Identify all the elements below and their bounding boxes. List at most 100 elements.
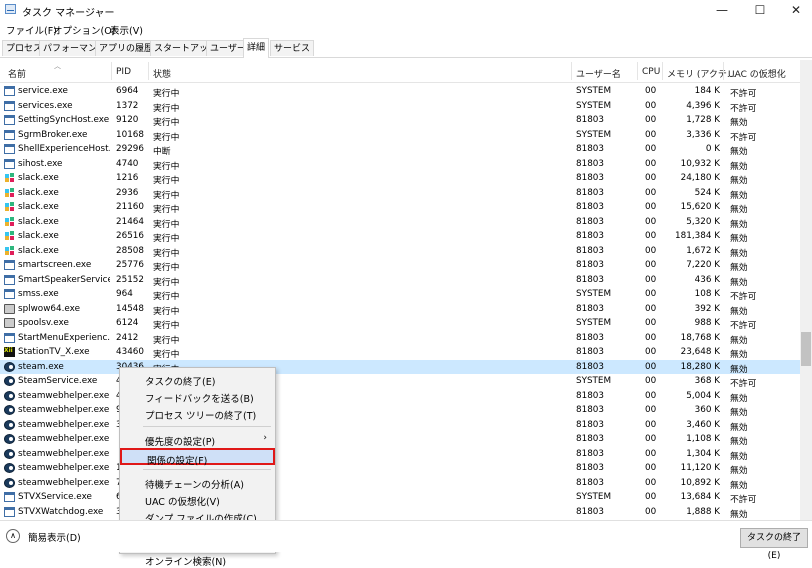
close-button[interactable]: ✕	[778, 0, 812, 20]
context-menu-item[interactable]: オンライン検索(N)	[120, 551, 275, 568]
process-cpu: 00	[645, 463, 657, 473]
end-task-button[interactable]: タスクの終了(E)	[740, 528, 808, 561]
table-row[interactable]: sihost.exe 4740 実行中 81803 00 10,932 K 無効	[0, 157, 800, 172]
vertical-scrollbar[interactable]	[800, 60, 812, 520]
table-row[interactable]: ShellExperienceHost... 29296 中断 81803 00 0 K 無…	[0, 142, 800, 157]
table-row[interactable]: StartMenuExperienc... 2412 実行中 81803 00 18,76…	[0, 331, 800, 346]
process-memory: 10,932 K	[680, 158, 720, 169]
process-memory: 4,396 K	[686, 100, 720, 111]
process-uac: 不許可	[730, 292, 757, 302]
table-row[interactable]: service.exe 6964 実行中 SYSTEM 00 184 K 不許可	[0, 84, 800, 99]
col-cpu[interactable]: CPU	[642, 67, 660, 77]
process-uac: 無効	[730, 350, 748, 360]
process-uac: 無効	[730, 335, 748, 346]
process-pid: 4740	[116, 158, 139, 169]
tab-app-history[interactable]: アプリの履歴	[95, 40, 158, 56]
scrollbar-thumb[interactable]	[801, 332, 811, 366]
table-row[interactable]: slack.exe 28508 実行中 81803 00 1,672 K 無効	[0, 244, 800, 259]
context-menu-label: プロセス ツリーの終了(T)	[145, 411, 257, 422]
table-row[interactable]: slack.exe 26516 実行中 81803 00 181,384 K 無効	[0, 229, 800, 244]
maximize-button[interactable]: ☐	[742, 0, 778, 20]
process-user: 81803	[576, 158, 604, 169]
process-name: SgrmBroker.exe	[18, 129, 88, 140]
process-memory: 24,180 K	[680, 173, 720, 183]
context-menu-item[interactable]: 関係の設定(F)	[120, 448, 275, 467]
process-cpu: 00	[645, 86, 657, 96]
process-name: SmartSpeakerService...	[18, 274, 110, 285]
process-uac: 無効	[730, 147, 748, 157]
process-pid: 29296	[116, 144, 144, 154]
process-memory: 1,304 K	[686, 448, 720, 459]
context-menu-item[interactable]: タスクの終了(E)	[120, 371, 275, 388]
context-menu-item[interactable]: プロセス ツリーの終了(T)	[120, 405, 275, 422]
context-menu-item[interactable]: フィードバックを送る(B)	[120, 388, 275, 405]
process-user: 81803	[576, 115, 604, 125]
table-row[interactable]: slack.exe 21464 実行中 81803 00 5,320 K 無効	[0, 215, 800, 230]
col-memory[interactable]: メモリ (アクテ...	[667, 67, 736, 80]
table-row[interactable]: SgrmBroker.exe 10168 実行中 SYSTEM 00 3,336 K 不許可	[0, 128, 800, 143]
process-pid: 6124	[116, 318, 139, 328]
fewer-details-link[interactable]: 簡易表示(D)	[28, 530, 81, 544]
minimize-button[interactable]: —	[704, 0, 740, 20]
process-memory: 5,320 K	[686, 216, 720, 227]
process-memory: 360 K	[694, 405, 720, 415]
table-row[interactable]: services.exe 1372 実行中 SYSTEM 00 4,396 K 不許可	[0, 99, 800, 114]
process-user: SYSTEM	[576, 492, 612, 502]
process-memory: 181,384 K	[675, 231, 720, 241]
menu-file[interactable]: ファイル(F)	[6, 23, 57, 37]
xii-icon	[4, 347, 15, 357]
col-status[interactable]: 状態	[153, 67, 171, 80]
process-user: 81803	[576, 463, 604, 473]
table-row[interactable]: smartscreen.exe 25776 実行中 81803 00 7,220 K 無効	[0, 258, 800, 273]
process-memory: 392 K	[694, 303, 720, 314]
col-user[interactable]: ユーザー名	[576, 67, 621, 80]
menu-options[interactable]: オプション(O)	[53, 23, 115, 37]
process-pid: 1216	[116, 173, 139, 183]
process-name: steamwebhelper.exe	[18, 434, 110, 444]
chevron-up-icon[interactable]: ∧	[6, 529, 20, 543]
context-menu-label: オンライン検索(N)	[145, 557, 227, 568]
table-row[interactable]: StationTV_X.exe 43460 実行中 81803 00 23,648 K 無効	[0, 345, 800, 360]
process-user: 81803	[576, 390, 604, 401]
table-row[interactable]: slack.exe 1216 実行中 81803 00 24,180 K 無効	[0, 171, 800, 186]
tab-services[interactable]: サービス	[270, 40, 315, 56]
col-uac[interactable]: UAC の仮想化	[728, 67, 786, 80]
process-cpu: 00	[645, 492, 657, 502]
process-pid: 21464	[116, 216, 144, 227]
table-row[interactable]: slack.exe 21160 実行中 81803 00 15,620 K 無効	[0, 200, 800, 215]
col-name[interactable]: 名前	[8, 67, 26, 80]
col-pid[interactable]: PID	[116, 67, 131, 77]
context-menu-item[interactable]: UAC の仮想化(V)	[120, 491, 275, 508]
process-cpu: 00	[645, 419, 657, 430]
process-pid: 25776	[116, 260, 144, 270]
process-user: 81803	[576, 448, 604, 459]
context-menu-item[interactable]: 待機チェーンの分析(A)	[120, 474, 275, 491]
table-row[interactable]: slack.exe 2936 実行中 81803 00 524 K 無効	[0, 186, 800, 201]
process-name: slack.exe	[18, 187, 59, 198]
tab-details[interactable]: 詳細	[243, 38, 270, 58]
process-memory: 524 K	[694, 187, 720, 198]
process-user: 81803	[576, 405, 604, 415]
process-status: 実行中	[153, 103, 180, 114]
table-row[interactable]: spoolsv.exe 6124 実行中 SYSTEM 00 988 K 不許可	[0, 316, 800, 331]
process-name: slack.exe	[18, 173, 59, 183]
process-status: 実行中	[153, 89, 180, 99]
submenu-arrow-icon: ›	[263, 433, 267, 443]
process-pid: 28508	[116, 245, 144, 256]
context-menu-item[interactable]: 優先度の設定(P) ›	[120, 431, 275, 448]
window-icon	[4, 506, 15, 517]
process-uac: 無効	[730, 263, 748, 273]
steam-icon	[4, 390, 15, 401]
table-row[interactable]: SettingSyncHost.exe 9120 実行中 81803 00 1,728 K…	[0, 113, 800, 128]
process-user: SYSTEM	[576, 318, 612, 328]
process-uac: 不許可	[730, 379, 757, 389]
process-pid: 964	[116, 289, 133, 299]
process-pid: 1372	[116, 100, 139, 111]
table-row[interactable]: smss.exe 964 実行中 SYSTEM 00 108 K 不許可	[0, 287, 800, 302]
table-row[interactable]: SmartSpeakerService... 25152 実行中 81803 00 436…	[0, 273, 800, 288]
steam-icon	[4, 434, 15, 444]
window-icon	[4, 332, 15, 343]
process-name: service.exe	[18, 86, 68, 96]
table-row[interactable]: splwow64.exe 14548 実行中 81803 00 392 K 無効	[0, 302, 800, 317]
menu-view[interactable]: 表示(V)	[110, 23, 143, 37]
